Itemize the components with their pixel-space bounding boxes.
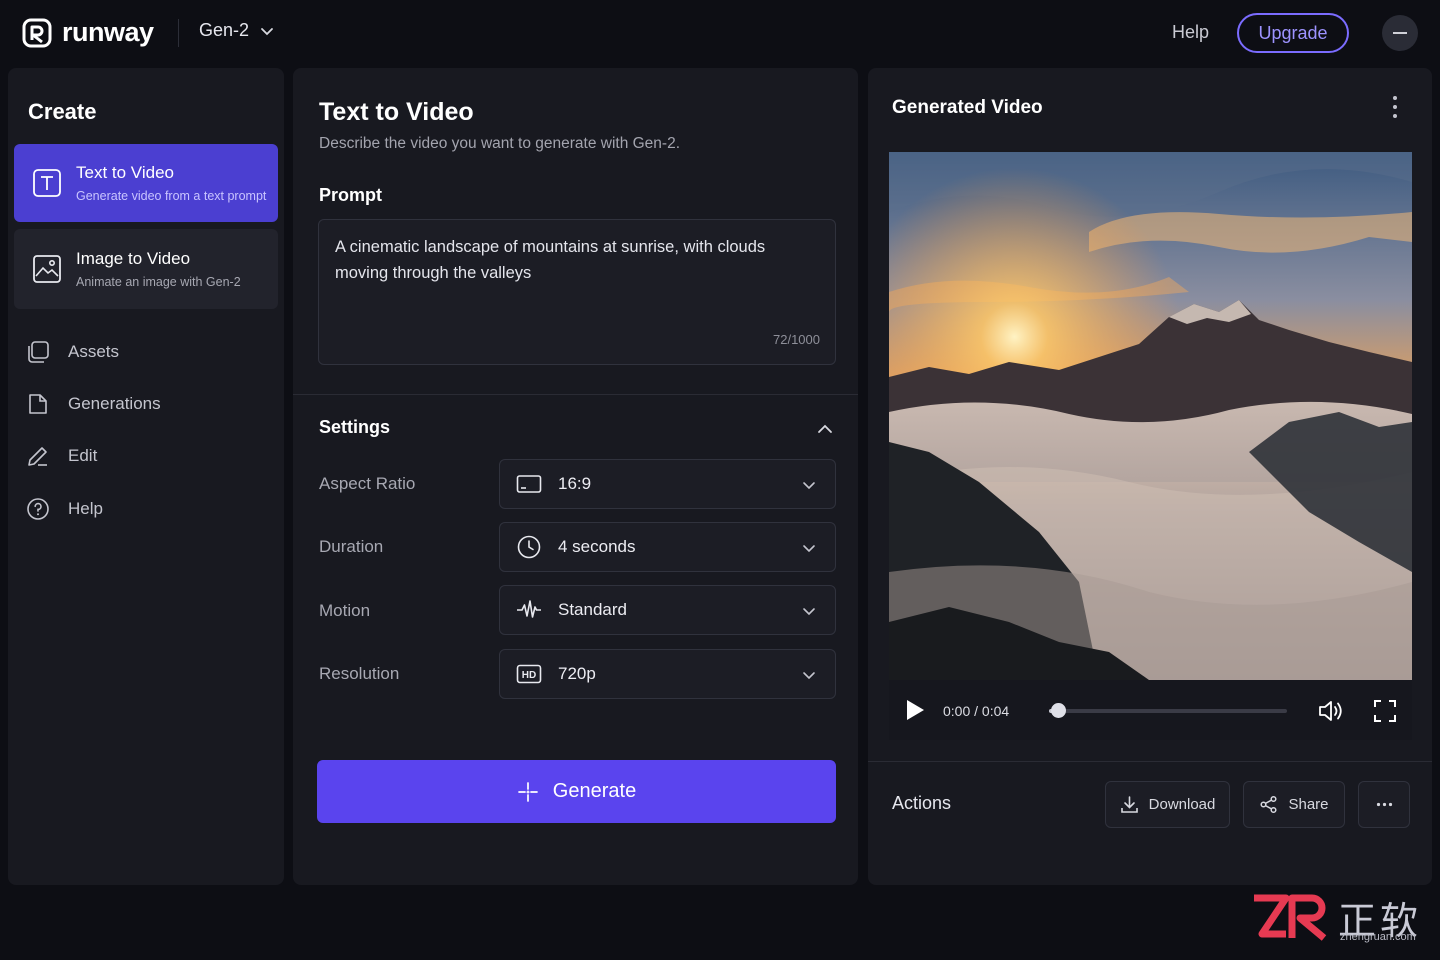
aspect-ratio-select[interactable]: 16:9 — [499, 459, 836, 509]
chevron-down-icon — [803, 672, 815, 680]
more-actions-button[interactable] — [1358, 781, 1410, 828]
motion-select[interactable]: Standard — [499, 585, 836, 635]
sparkle-icon — [517, 781, 538, 802]
account-menu-button[interactable] — [1382, 15, 1418, 51]
sidebar-item-assets[interactable]: Assets — [26, 340, 119, 364]
actions-label: Actions — [892, 793, 952, 813]
sidebar-item-edit[interactable]: Edit — [26, 444, 97, 468]
chevron-down-icon — [803, 482, 815, 490]
duration-value: 4 seconds — [558, 537, 636, 556]
runway-logo[interactable]: runway — [22, 17, 154, 48]
generations-icon — [29, 394, 47, 414]
sidebar-item-label: Help — [68, 499, 103, 518]
topbar-divider — [178, 19, 179, 47]
fullscreen-icon[interactable] — [1372, 698, 1398, 724]
prompt-label: Prompt — [319, 185, 382, 205]
resolution-label: Resolution — [319, 664, 400, 683]
top-bar: runway Gen-2 Help Upgrade — [0, 0, 1440, 66]
hd-icon: HD — [516, 664, 542, 684]
generated-video-panel: Generated Video 0:00 / 0:04 Actions Down… — [868, 68, 1432, 885]
logo-text: runway — [62, 17, 154, 47]
pencil-icon — [28, 447, 47, 466]
help-link[interactable]: Help — [1172, 22, 1209, 43]
model-selector[interactable]: Gen-2 — [199, 20, 275, 41]
generated-video-title: Generated Video — [892, 97, 1043, 118]
video-timecode: 0:00 / 0:04 — [943, 703, 1010, 719]
assets-icon — [28, 341, 49, 363]
prompt-text: A cinematic landscape of mountains at su… — [335, 238, 766, 282]
sidebar-item-help[interactable]: Help — [26, 497, 103, 521]
text-to-video-panel: Text to Video Describe the video you wan… — [293, 68, 858, 885]
video-progress-handle[interactable] — [1050, 703, 1066, 718]
svg-text:HD: HD — [522, 670, 536, 681]
sidebar: Create Text to Video Generate video from… — [8, 68, 284, 885]
create-option-title: Image to Video — [76, 249, 191, 268]
resolution-value: 720p — [558, 664, 596, 683]
page-subtitle: Describe the video you want to generate … — [319, 135, 681, 152]
share-icon — [1260, 795, 1278, 814]
aspect-ratio-value: 16:9 — [558, 474, 592, 493]
clock-icon — [517, 535, 541, 559]
more-options-icon[interactable] — [1393, 96, 1399, 118]
mountain-sunrise-video-frame — [889, 152, 1412, 680]
motion-value: Standard — [558, 600, 627, 619]
video-progress-slider[interactable] — [1049, 703, 1287, 718]
create-option-image-to-video[interactable]: Image to Video Animate an image with Gen… — [14, 229, 278, 309]
chevron-down-icon — [803, 608, 815, 616]
create-option-subtitle: Animate an image with Gen-2 — [76, 275, 241, 289]
download-button[interactable]: Download — [1105, 781, 1230, 828]
text-box-icon — [33, 169, 61, 197]
duration-select[interactable]: 4 seconds — [499, 522, 836, 572]
section-divider — [868, 761, 1432, 762]
character-count: 72/1000 — [773, 332, 820, 347]
upgrade-button[interactable]: Upgrade — [1237, 13, 1349, 53]
settings-heading: Settings — [319, 417, 391, 437]
prompt-textarea[interactable]: A cinematic landscape of mountains at su… — [318, 219, 836, 365]
create-option-title: Text to Video — [76, 163, 174, 182]
sidebar-item-label: Edit — [68, 446, 98, 465]
resolution-select[interactable]: HD 720p — [499, 649, 836, 699]
create-option-text-to-video[interactable]: Text to Video Generate video from a text… — [14, 144, 278, 222]
generate-button[interactable]: Generate — [317, 760, 836, 823]
watermark-url: zhengruan.com — [1340, 931, 1416, 943]
more-horizontal-icon — [1376, 802, 1392, 807]
create-option-subtitle: Generate video from a text prompt — [76, 189, 267, 203]
image-icon — [33, 255, 61, 283]
minus-icon — [1393, 32, 1407, 34]
watermark: 正软 zhengruan.com — [1250, 890, 1430, 946]
chevron-down-icon — [803, 545, 815, 553]
volume-icon[interactable] — [1317, 697, 1345, 725]
section-divider — [293, 394, 858, 395]
aspect-ratio-label: Aspect Ratio — [319, 474, 416, 493]
question-circle-icon — [27, 498, 49, 520]
model-selector-label: Gen-2 — [199, 20, 250, 40]
chevron-up-icon[interactable] — [816, 420, 834, 438]
share-button[interactable]: Share — [1243, 781, 1345, 828]
waveform-icon — [517, 600, 541, 618]
runway-logo-icon — [22, 18, 52, 47]
video-preview[interactable] — [889, 152, 1412, 680]
sidebar-item-generations[interactable]: Generations — [26, 392, 161, 416]
aspect-ratio-icon — [516, 475, 542, 493]
zr-logo — [1254, 894, 1327, 941]
video-controls: 0:00 / 0:04 — [889, 680, 1412, 740]
sidebar-item-label: Assets — [68, 342, 120, 361]
sidebar-item-label: Generations — [68, 394, 161, 413]
sidebar-title: Create — [28, 99, 97, 124]
chevron-down-icon — [261, 27, 273, 35]
play-icon[interactable] — [903, 697, 927, 723]
duration-label: Duration — [319, 537, 384, 556]
download-icon — [1120, 796, 1138, 813]
motion-label: Motion — [319, 601, 371, 620]
page-title: Text to Video — [319, 98, 474, 126]
download-button-label: Download — [1148, 796, 1216, 813]
generate-button-label: Generate — [552, 780, 637, 802]
share-button-label: Share — [1288, 796, 1329, 813]
